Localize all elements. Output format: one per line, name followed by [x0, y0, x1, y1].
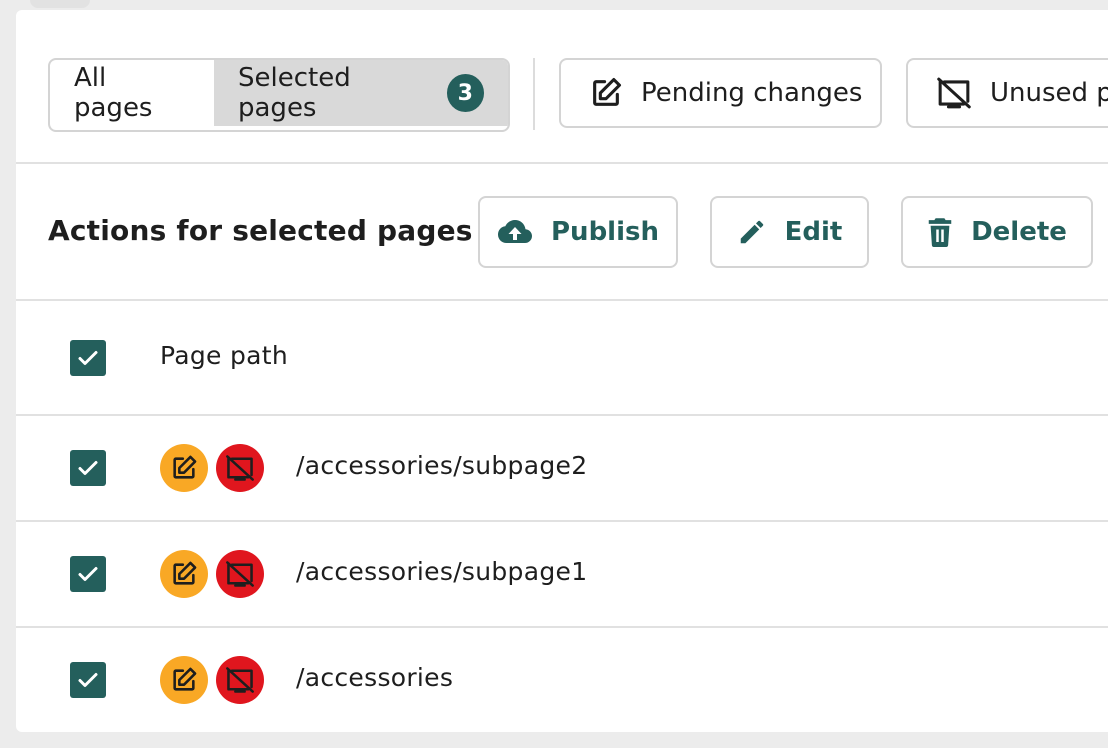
- tab-selected-pages-label: Selected pages: [238, 63, 351, 123]
- selected-count-badge: 3: [446, 74, 484, 112]
- delete-button[interactable]: Delete: [901, 196, 1093, 268]
- pending-changes-status-icon: [160, 550, 208, 598]
- checkmark-icon: [78, 351, 98, 365]
- unused-page-status-icon: [216, 656, 264, 704]
- page-path-column-header: Page path: [160, 341, 289, 370]
- table-row: /accessories: [16, 628, 1108, 732]
- pending-changes-status-icon: [160, 444, 208, 492]
- cloud-upload-icon: [498, 220, 532, 243]
- tab-all-pages-label: All pages: [74, 63, 153, 123]
- select-all-checkbox[interactable]: [70, 340, 106, 376]
- trash-icon: [928, 218, 952, 247]
- edit-label: Edit: [784, 217, 843, 247]
- filter-toolbar: All pages Selected pages 3 Pending chang…: [16, 10, 1108, 164]
- row-checkbox[interactable]: [70, 450, 106, 486]
- table-row: /accessories/subpage2: [16, 416, 1108, 522]
- pencil-icon: [740, 220, 763, 244]
- page-path[interactable]: /accessories/subpage1: [296, 557, 587, 586]
- page-path[interactable]: /accessories/subpage2: [296, 451, 587, 480]
- bulk-actions-bar: Actions for selected pages Publish Edit …: [16, 162, 1108, 301]
- unused-screen-icon: [937, 77, 971, 109]
- page-scope-toggle: All pages Selected pages 3: [48, 58, 510, 132]
- table-header: Page path: [16, 301, 1108, 416]
- background-shape: [30, 0, 90, 8]
- unused-pages-filter-button[interactable]: Unused pages: [906, 58, 1108, 128]
- edit-button[interactable]: Edit: [710, 196, 869, 268]
- delete-label: Delete: [971, 217, 1067, 247]
- pending-changes-filter-button[interactable]: Pending changes: [559, 58, 882, 128]
- checkmark-icon: [78, 461, 98, 475]
- unused-page-status-icon: [216, 444, 264, 492]
- pending-changes-label: Pending changes: [641, 78, 863, 108]
- tab-selected-pages[interactable]: Selected pages 3: [214, 60, 508, 126]
- page-path[interactable]: /accessories: [296, 663, 453, 692]
- row-checkbox[interactable]: [70, 662, 106, 698]
- toolbar-divider: [533, 58, 535, 130]
- checkmark-icon: [78, 673, 98, 687]
- pages-panel: All pages Selected pages 3 Pending chang…: [16, 10, 1108, 732]
- checkmark-icon: [78, 567, 98, 581]
- publish-label: Publish: [551, 217, 659, 247]
- pending-changes-status-icon: [160, 656, 208, 704]
- tab-all-pages[interactable]: All pages: [50, 60, 214, 126]
- table-row: /accessories/subpage1: [16, 522, 1108, 628]
- actions-title: Actions for selected pages: [48, 214, 473, 247]
- edit-square-icon: [593, 77, 622, 106]
- publish-button[interactable]: Publish: [478, 196, 678, 268]
- unused-pages-label: Unused pages: [990, 78, 1108, 108]
- unused-page-status-icon: [216, 550, 264, 598]
- row-checkbox[interactable]: [70, 556, 106, 592]
